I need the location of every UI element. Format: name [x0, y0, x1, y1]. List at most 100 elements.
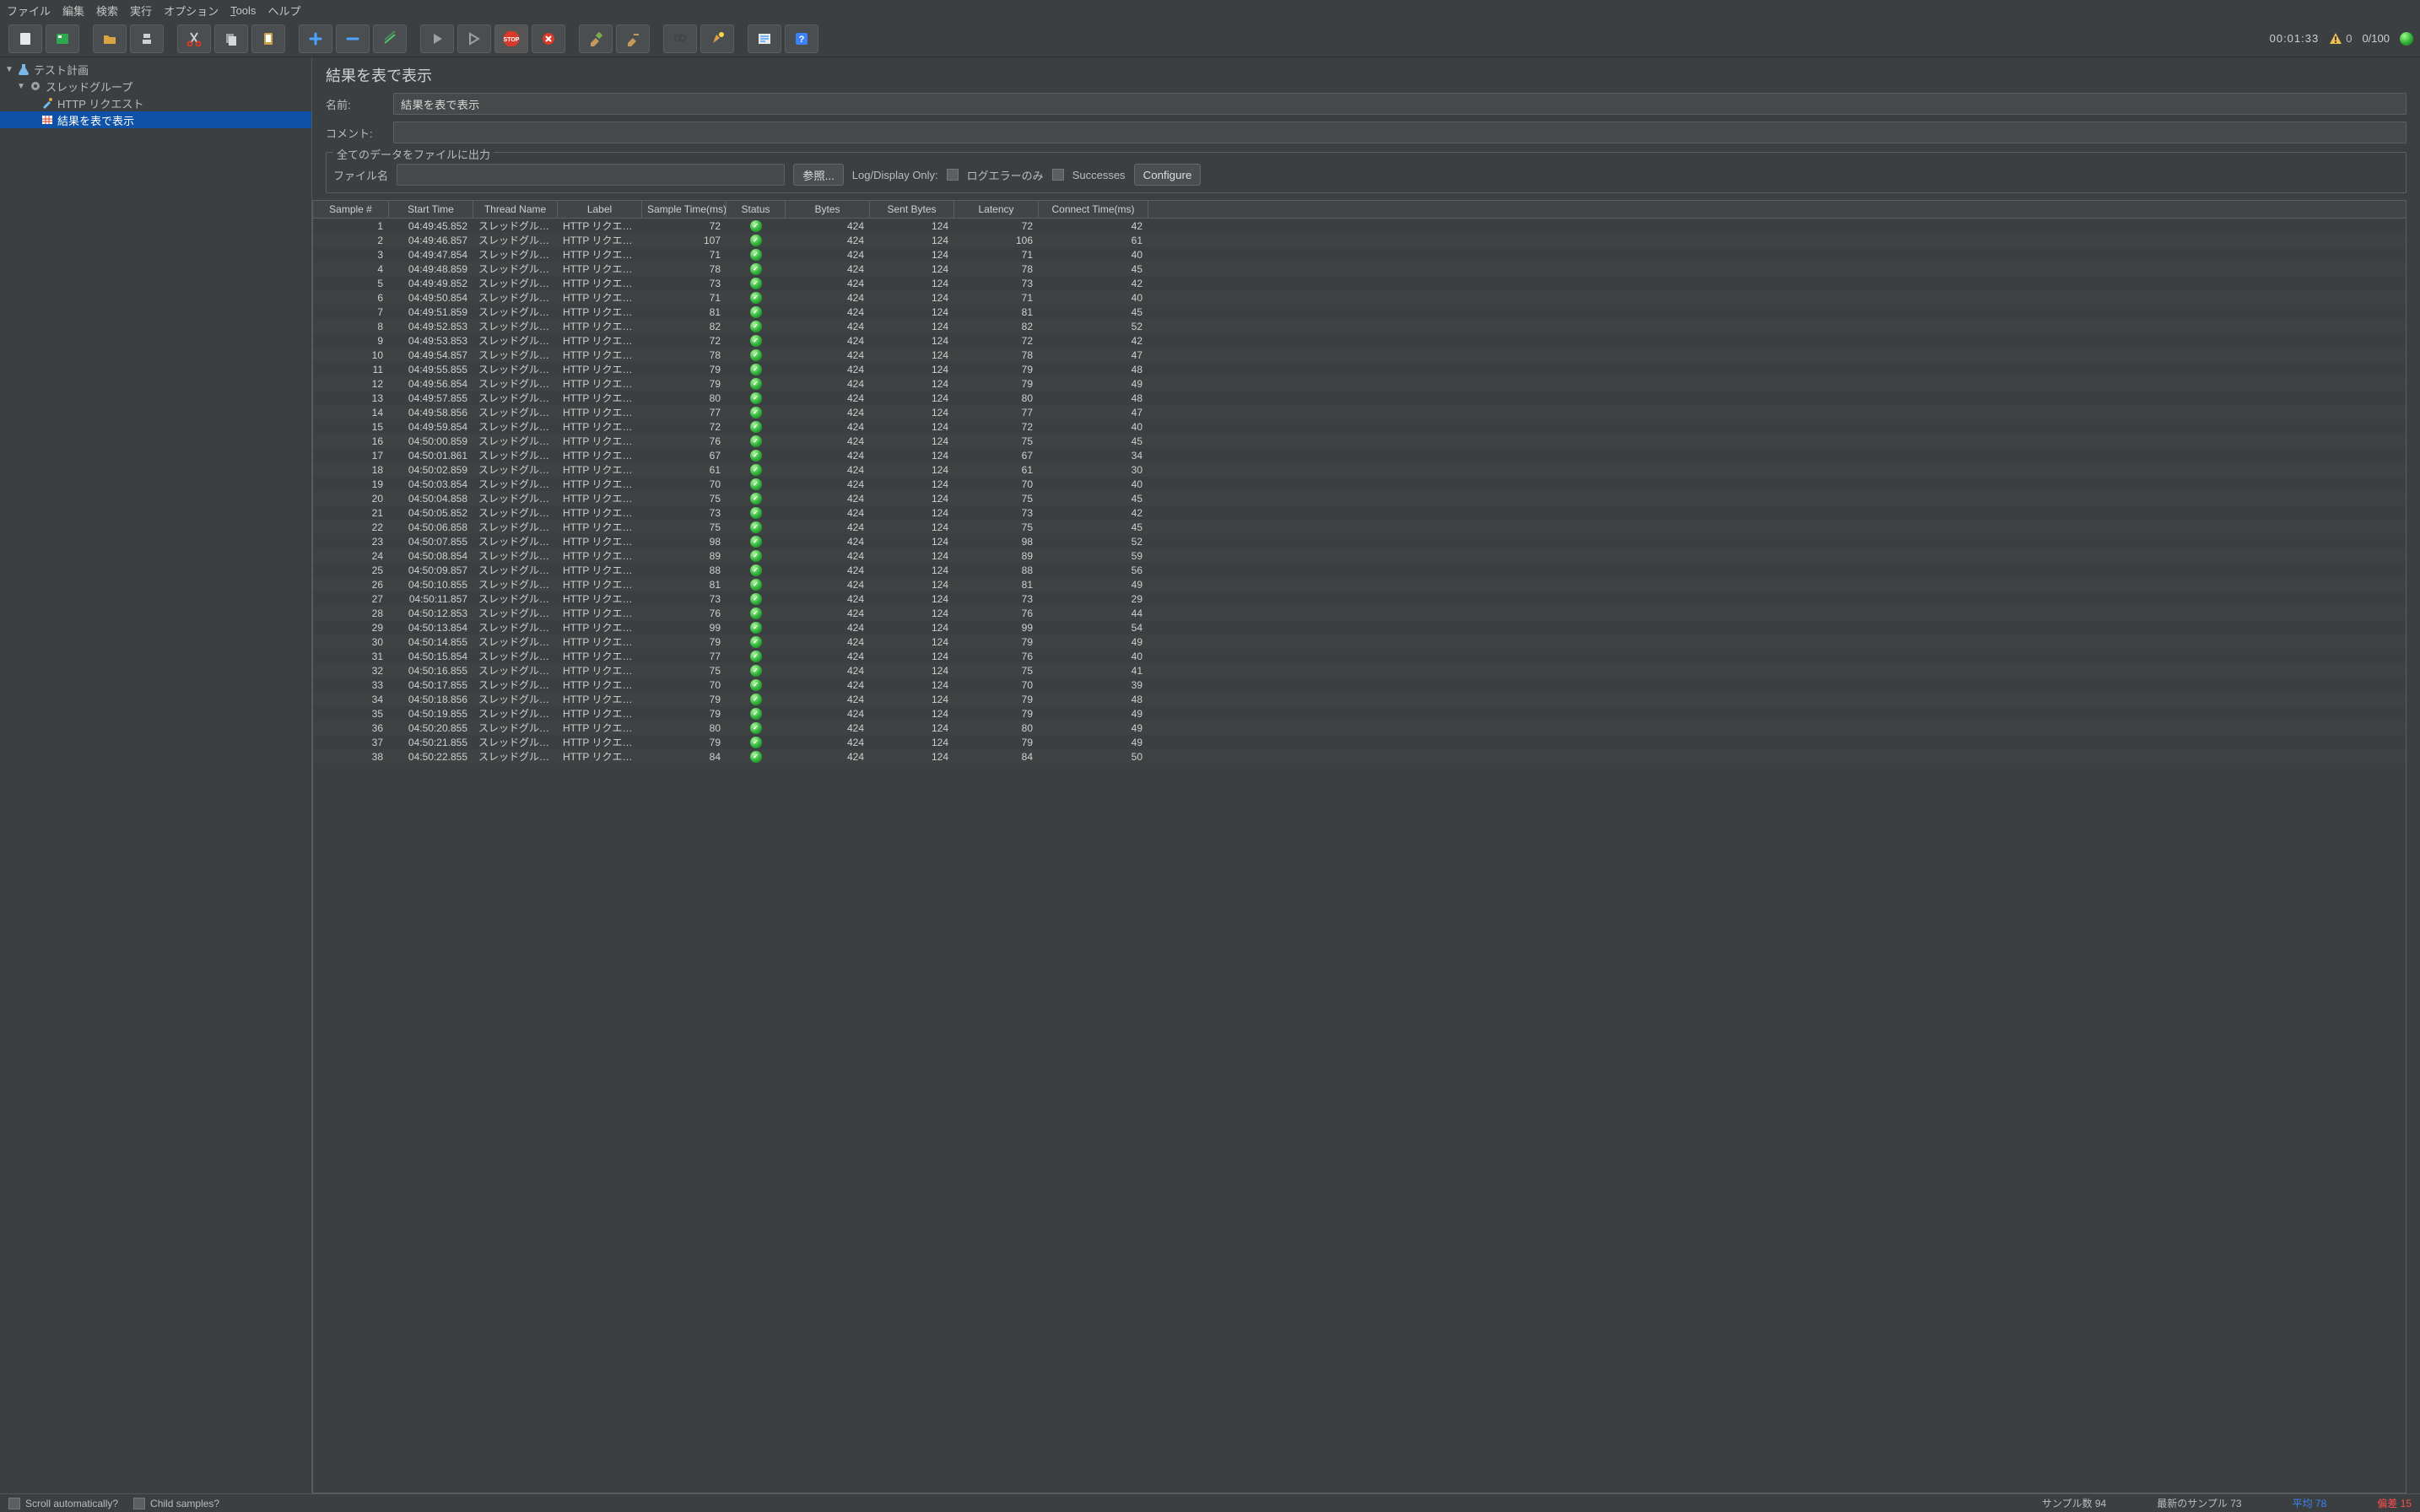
configure-button[interactable]: Configure: [1134, 164, 1202, 186]
function-helper-button[interactable]: [748, 24, 781, 53]
col-starttime[interactable]: Start Time: [389, 201, 473, 218]
col-latency[interactable]: Latency: [954, 201, 1039, 218]
cell-latency: 99: [954, 622, 1039, 634]
table-row[interactable]: 204:49:46.857スレッドグル―...HTTP リクエスト1074241…: [313, 233, 2406, 247]
table-row[interactable]: 2504:50:09.857スレッドグル―...HTTP リクエスト884241…: [313, 563, 2406, 577]
results-table[interactable]: Sample # Start Time Thread Name Label Sa…: [312, 200, 2406, 1493]
open-button[interactable]: [93, 24, 127, 53]
col-label[interactable]: Label: [558, 201, 642, 218]
success-icon: [750, 478, 762, 490]
table-row[interactable]: 3104:50:15.854スレッドグル―...HTTP リクエスト774241…: [313, 649, 2406, 663]
cell-connect: 61: [1039, 235, 1148, 246]
table-row[interactable]: 1604:50:00.859スレッドグル―...HTTP リクエスト764241…: [313, 434, 2406, 448]
table-row[interactable]: 3004:50:14.855スレッドグル―...HTTP リクエスト794241…: [313, 634, 2406, 649]
toggle-button[interactable]: [373, 24, 407, 53]
col-sampletime[interactable]: Sample Time(ms): [642, 201, 727, 218]
menu-search[interactable]: 検索: [96, 3, 118, 19]
save-button[interactable]: [130, 24, 164, 53]
table-row[interactable]: 1804:50:02.859スレッドグル―...HTTP リクエスト614241…: [313, 462, 2406, 477]
table-row[interactable]: 2604:50:10.855スレッドグル―...HTTP リクエスト814241…: [313, 577, 2406, 591]
table-row[interactable]: 904:49:53.853スレッドグル―...HTTP リクエスト7242412…: [313, 333, 2406, 348]
tree-node-http-request[interactable]: HTTP リクエスト: [0, 94, 311, 111]
copy-button[interactable]: [214, 24, 248, 53]
expand-button[interactable]: [299, 24, 332, 53]
table-row[interactable]: 3304:50:17.855スレッドグル―...HTTP リクエスト704241…: [313, 678, 2406, 692]
col-sample[interactable]: Sample #: [313, 201, 389, 218]
templates-button[interactable]: [46, 24, 79, 53]
menu-tools[interactable]: Tools: [230, 4, 256, 17]
table-row[interactable]: 2304:50:07.855スレッドグル―...HTTP リクエスト984241…: [313, 534, 2406, 548]
errors-only-checkbox[interactable]: [947, 169, 959, 181]
warn-counter[interactable]: 0: [2329, 32, 2352, 46]
start-button[interactable]: [420, 24, 454, 53]
new-button[interactable]: [8, 24, 42, 53]
table-row[interactable]: 604:49:50.854スレッドグル―...HTTP リクエスト7142412…: [313, 290, 2406, 305]
table-row[interactable]: 1704:50:01.861スレッドグル―...HTTP リクエスト674241…: [313, 448, 2406, 462]
menu-options[interactable]: オプション: [164, 3, 219, 19]
table-row[interactable]: 2704:50:11.857スレッドグル―...HTTP リクエスト734241…: [313, 591, 2406, 606]
table-row[interactable]: 504:49:49.852スレッドグル―...HTTP リクエスト7342412…: [313, 276, 2406, 290]
help-button[interactable]: ?: [785, 24, 818, 53]
table-row[interactable]: 3804:50:22.855スレッドグル―...HTTP リクエスト844241…: [313, 749, 2406, 764]
shutdown-button[interactable]: [532, 24, 565, 53]
reset-search-button[interactable]: [700, 24, 734, 53]
child-samples-checkbox[interactable]: [133, 1498, 145, 1509]
tree-node-testplan[interactable]: ▼ テスト計画: [0, 61, 311, 78]
cell-label: HTTP リクエスト: [558, 448, 642, 462]
start-no-timers-button[interactable]: [457, 24, 491, 53]
tree-node-threadgroup[interactable]: ▼ スレッドグループ: [0, 78, 311, 94]
table-row[interactable]: 404:49:48.859スレッドグル―...HTTP リクエスト7842412…: [313, 262, 2406, 276]
comment-input[interactable]: [393, 122, 2406, 143]
cut-button[interactable]: [177, 24, 211, 53]
cell-threadname: スレッドグル―...: [473, 591, 558, 606]
browse-button[interactable]: 参照...: [793, 164, 844, 186]
table-row[interactable]: 704:49:51.859スレッドグル―...HTTP リクエスト8142412…: [313, 305, 2406, 319]
table-row[interactable]: 3504:50:19.855スレッドグル―...HTTP リクエスト794241…: [313, 706, 2406, 721]
scroll-auto-checkbox[interactable]: [8, 1498, 20, 1509]
stop-button[interactable]: STOP: [494, 24, 528, 53]
name-input[interactable]: [393, 93, 2406, 115]
table-row[interactable]: 2804:50:12.853スレッドグル―...HTTP リクエスト764241…: [313, 606, 2406, 620]
col-status[interactable]: Status: [727, 201, 786, 218]
clear-all-button[interactable]: [616, 24, 650, 53]
table-row[interactable]: 2904:50:13.854スレッドグル―...HTTP リクエスト994241…: [313, 620, 2406, 634]
clear-button[interactable]: [579, 24, 613, 53]
table-row[interactable]: 1304:49:57.855スレッドグル―...HTTP リクエスト804241…: [313, 391, 2406, 405]
table-row[interactable]: 1404:49:58.856スレッドグル―...HTTP リクエスト774241…: [313, 405, 2406, 419]
table-row[interactable]: 3704:50:21.855スレッドグル―...HTTP リクエスト794241…: [313, 735, 2406, 749]
table-row[interactable]: 3604:50:20.855スレッドグル―...HTTP リクエスト804241…: [313, 721, 2406, 735]
col-connect[interactable]: Connect Time(ms): [1039, 201, 1148, 218]
filename-input[interactable]: [397, 164, 785, 186]
menu-file[interactable]: ファイル: [7, 3, 51, 19]
cell-label: HTTP リクエスト: [558, 262, 642, 276]
table-row[interactable]: 2204:50:06.858スレッドグル―...HTTP リクエスト754241…: [313, 520, 2406, 534]
table-row[interactable]: 2104:50:05.852スレッドグル―...HTTP リクエスト734241…: [313, 505, 2406, 520]
table-row[interactable]: 3204:50:16.855スレッドグル―...HTTP リクエスト754241…: [313, 663, 2406, 678]
table-row[interactable]: 1104:49:55.855スレッドグル―...HTTP リクエスト794241…: [313, 362, 2406, 376]
col-bytes[interactable]: Bytes: [786, 201, 870, 218]
table-row[interactable]: 104:49:45.852スレッドグル―...HTTP リクエスト7242412…: [313, 219, 2406, 233]
cell-sample: 21: [313, 507, 389, 519]
table-row[interactable]: 804:49:52.853スレッドグル―...HTTP リクエスト8242412…: [313, 319, 2406, 333]
col-sentbytes[interactable]: Sent Bytes: [870, 201, 954, 218]
cell-sentbytes: 124: [870, 737, 954, 748]
menu-edit[interactable]: 編集: [62, 3, 84, 19]
table-row[interactable]: 1504:49:59.854スレッドグル―...HTTP リクエスト724241…: [313, 419, 2406, 434]
successes-checkbox[interactable]: [1052, 169, 1064, 181]
table-row[interactable]: 304:49:47.854スレッドグル―...HTTP リクエスト7142412…: [313, 247, 2406, 262]
paste-button[interactable]: [251, 24, 285, 53]
test-plan-tree[interactable]: ▼ テスト計画 ▼ スレッドグループ HTTP リクエスト 結果を表で表示: [0, 57, 312, 1493]
menu-help[interactable]: ヘルプ: [267, 3, 300, 19]
tree-node-view-results[interactable]: 結果を表で表示: [0, 111, 311, 128]
table-row[interactable]: 2404:50:08.854スレッドグル―...HTTP リクエスト894241…: [313, 548, 2406, 563]
table-row[interactable]: 1004:49:54.857スレッドグル―...HTTP リクエスト784241…: [313, 348, 2406, 362]
col-threadname[interactable]: Thread Name: [473, 201, 558, 218]
table-row[interactable]: 1904:50:03.854スレッドグル―...HTTP リクエスト704241…: [313, 477, 2406, 491]
table-row[interactable]: 2004:50:04.858スレッドグル―...HTTP リクエスト754241…: [313, 491, 2406, 505]
table-row[interactable]: 3404:50:18.856スレッドグル―...HTTP リクエスト794241…: [313, 692, 2406, 706]
search-button[interactable]: [663, 24, 697, 53]
cell-starttime: 04:50:04.858: [389, 493, 473, 505]
table-row[interactable]: 1204:49:56.854スレッドグル―...HTTP リクエスト794241…: [313, 376, 2406, 391]
collapse-button[interactable]: [336, 24, 370, 53]
menu-run[interactable]: 実行: [130, 3, 152, 19]
